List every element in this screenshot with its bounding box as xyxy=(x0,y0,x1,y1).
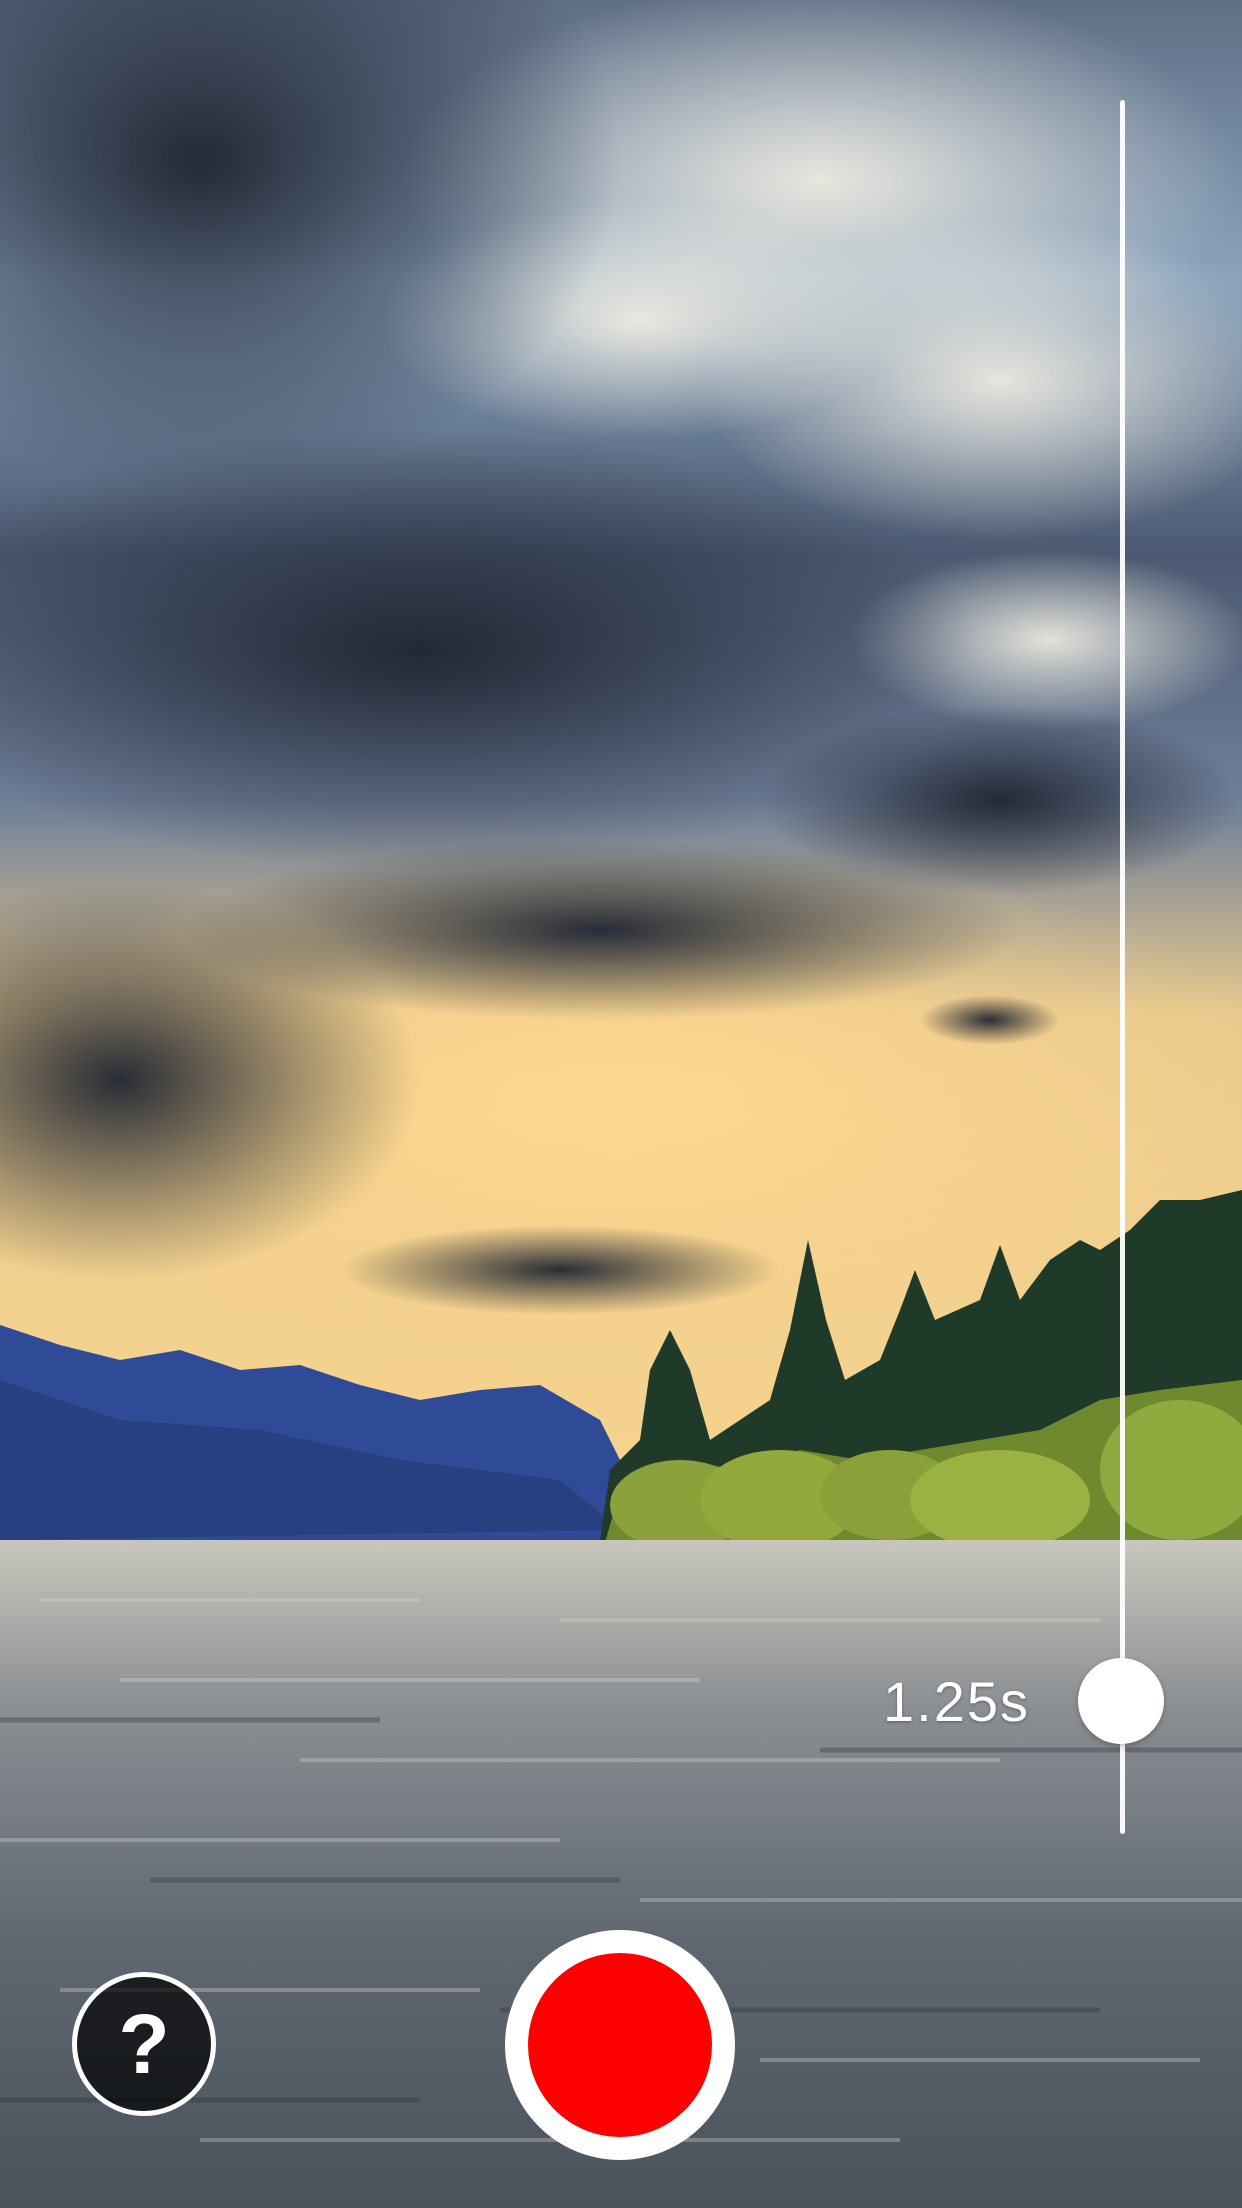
shutter-speed-slider-thumb[interactable] xyxy=(1078,1658,1164,1744)
shutter-speed-label: 1.25s xyxy=(883,1670,1030,1733)
camera-screen: 1.25s ? xyxy=(0,0,1242,2208)
shutter-speed-slider-track[interactable] xyxy=(1120,100,1125,1834)
record-icon xyxy=(528,1953,712,2137)
camera-preview[interactable] xyxy=(0,0,1242,2208)
question-mark-icon: ? xyxy=(118,1997,170,2091)
help-button[interactable]: ? xyxy=(72,1972,216,2116)
record-button[interactable] xyxy=(505,1930,735,2160)
